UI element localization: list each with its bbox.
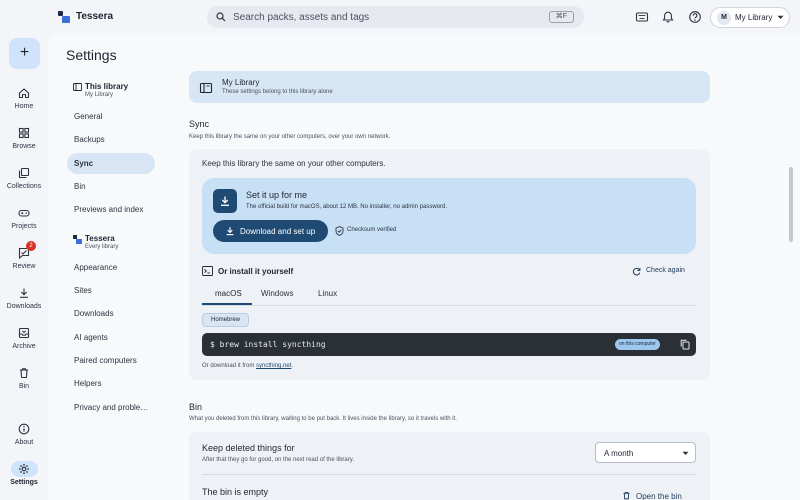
review-badge: 2 — [26, 241, 36, 251]
chevron-down-icon — [777, 15, 784, 20]
shield-check-icon — [335, 226, 344, 236]
library-icon — [73, 83, 82, 91]
nav-group-subtitle: My Library — [85, 92, 114, 98]
help-icon[interactable] — [688, 10, 702, 24]
nav-item-backups[interactable]: Backups — [67, 129, 155, 150]
library-label: My Library — [735, 13, 773, 22]
keep-deleted-title: Keep deleted things for — [202, 443, 295, 453]
nav-item-general[interactable]: General — [67, 106, 155, 127]
nav-item-privacy[interactable]: Privacy and proble… — [67, 397, 155, 418]
install-manually-label: Or install it yourself — [218, 267, 294, 276]
rail-label: About — [14, 439, 34, 446]
search-input[interactable]: Search packs, assets and tags ⌘F — [207, 6, 584, 28]
nav-group-title: This library — [85, 82, 129, 91]
library-icon — [198, 80, 214, 96]
grid-icon — [18, 127, 30, 139]
collections-icon — [18, 167, 30, 179]
library-banner: My Library These settings belong to this… — [189, 71, 710, 103]
rail-label: Settings — [10, 479, 38, 486]
library-switcher[interactable]: M My Library — [710, 7, 790, 28]
rail-label: Bin — [18, 383, 30, 390]
install-command: $ brew install syncthing — [210, 340, 326, 349]
bin-section-subtitle: What you deleted from this library, wait… — [189, 416, 457, 422]
info-icon — [18, 423, 30, 435]
nav-item-downloads[interactable]: Downloads — [67, 303, 155, 324]
tab-divider — [202, 305, 696, 306]
bin-divider — [202, 474, 696, 475]
nav-item-paired-computers[interactable]: Paired computers — [67, 350, 155, 371]
archive-icon — [18, 327, 30, 339]
nav-item-sync[interactable]: Sync — [67, 153, 155, 174]
nav-item-sites[interactable]: Sites — [67, 280, 155, 301]
bin-section-title: Bin — [189, 402, 203, 412]
gear-icon — [18, 463, 30, 475]
rail-label: Browse — [12, 143, 36, 150]
nav-item-previews[interactable]: Previews and index — [67, 199, 155, 220]
tab-linux[interactable]: Linux — [318, 289, 337, 298]
install-method-chip[interactable]: Homebrew — [202, 313, 249, 327]
check-again-label: Check again — [646, 267, 685, 274]
trash-icon — [623, 491, 630, 500]
tab-windows[interactable]: Windows — [261, 289, 293, 298]
app-logo — [58, 11, 70, 23]
download-icon — [226, 227, 234, 236]
nav-item-bin[interactable]: Bin — [67, 176, 155, 197]
refresh-icon — [632, 267, 641, 276]
new-button[interactable]: + — [9, 38, 40, 69]
gamepad-icon — [18, 207, 30, 219]
home-icon — [18, 87, 30, 99]
bin-empty-title: The bin is empty — [202, 487, 269, 497]
tab-macos[interactable]: macOS — [215, 289, 242, 298]
setup-title: Set it up for me — [246, 190, 308, 200]
nav-group-title: Tessera — [85, 234, 115, 243]
keep-deleted-subtitle: After that they go for good, on the next… — [202, 457, 354, 463]
setup-subtitle: The official build for macOS, about 12 M… — [246, 204, 447, 210]
rail-label: Archive — [12, 343, 36, 350]
library-avatar: M — [717, 11, 731, 25]
search-icon — [216, 12, 226, 22]
checksum-label: Checksum verified — [347, 227, 397, 233]
app-logo-small — [73, 235, 82, 244]
keyboard-icon[interactable] — [635, 10, 649, 24]
download-icon — [213, 189, 237, 213]
nav-item-helpers[interactable]: Helpers — [67, 373, 155, 394]
terminal-icon — [202, 266, 213, 276]
nav-item-ai-agents[interactable]: AI agents — [67, 327, 155, 348]
sync-lead-text: Keep this library the same on your other… — [202, 159, 386, 168]
keep-duration-select[interactable]: A month — [595, 442, 696, 463]
banner-title: My Library — [222, 78, 260, 87]
rail-label: Review — [12, 263, 36, 270]
command-block: $ brew install syncthing on this compute… — [202, 333, 696, 356]
chevron-down-icon — [682, 451, 689, 455]
rail-label: Projects — [11, 223, 37, 230]
open-bin-label: Open the bin — [636, 492, 682, 500]
nav-group-subtitle: Every library — [85, 244, 119, 250]
sync-section-title: Sync — [189, 119, 210, 129]
download-button-label: Download and set up — [240, 227, 316, 236]
bell-icon[interactable] — [661, 10, 675, 24]
plus-icon: + — [19, 44, 30, 61]
rail-label: Home — [14, 103, 34, 110]
nav-item-appearance[interactable]: Appearance — [67, 257, 155, 278]
syncthing-link[interactable]: syncthing.net — [256, 363, 291, 369]
app-name: Tessera — [76, 11, 114, 22]
copy-icon[interactable] — [680, 339, 690, 350]
content-scrollbar[interactable] — [789, 167, 793, 242]
page-title: Settings — [66, 47, 117, 63]
search-shortcut: ⌘F — [548, 11, 574, 23]
download-icon — [18, 287, 30, 299]
rail-label: Downloads — [6, 303, 42, 310]
rail-label: Collections — [6, 183, 42, 190]
command-badge: on this computer — [615, 339, 660, 350]
sync-section-subtitle: Keep this library the same on your other… — [189, 134, 391, 140]
download-alternative-text: Or download it from syncthing.net. — [202, 363, 294, 369]
keep-duration-value: A month — [604, 449, 634, 458]
trash-icon — [18, 367, 30, 379]
search-placeholder: Search packs, assets and tags — [233, 12, 370, 23]
active-tab-indicator — [202, 303, 252, 305]
download-and-setup-button[interactable]: Download and set up — [213, 220, 328, 242]
banner-subtitle: These settings belong to this library al… — [222, 89, 333, 95]
